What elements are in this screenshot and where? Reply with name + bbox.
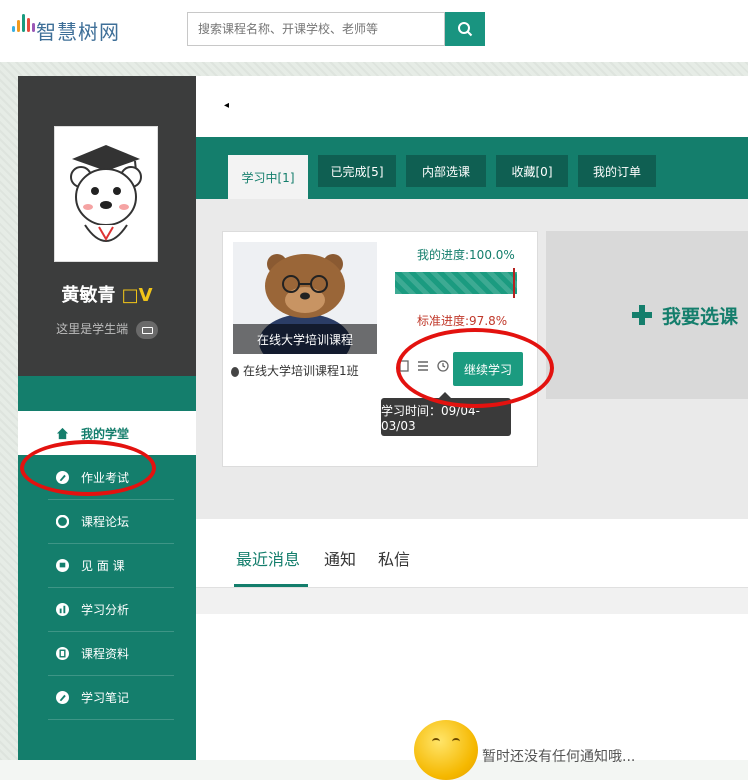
forum-icon xyxy=(56,514,69,528)
standard-progress-marker xyxy=(513,268,516,298)
add-course-label: 我要选课 xyxy=(662,305,739,328)
chat-bubble-icon xyxy=(231,366,239,377)
standard-progress-label: 标准进度:97.8% xyxy=(417,314,508,328)
switch-role-icon[interactable] xyxy=(135,320,158,339)
emoji-eye xyxy=(452,738,460,745)
top-bar: 智慧树网 xyxy=(0,0,748,62)
sidebar-item-label: 见 面 课 xyxy=(81,558,125,573)
sidebar-item-materials[interactable]: 课程资料 xyxy=(18,631,196,675)
sidebar-menu: 我的学堂 作业考试 课程论坛 见 面 课 学习分析 课程资料 学习笔记 xyxy=(18,376,196,760)
course-image-caption: 在线大学培训课程 xyxy=(233,324,377,354)
annotation-circle xyxy=(20,440,156,496)
search-box xyxy=(187,12,445,46)
tab-recent-messages[interactable]: 最近消息 xyxy=(236,546,300,570)
logo-text[interactable]: 智慧树网 xyxy=(36,16,120,45)
search-icon xyxy=(458,22,473,37)
user-name: 黄敏青 □V xyxy=(18,281,196,307)
sidebar-item-label: 课程论坛 xyxy=(81,514,130,529)
home-icon xyxy=(56,427,69,439)
my-progress-label: 我的进度:100.0% xyxy=(417,248,515,262)
vip-badge: □V xyxy=(121,285,153,306)
sidebar-item-notes[interactable]: 学习笔记 xyxy=(18,675,196,719)
tab-favorites[interactable]: 收藏[0] xyxy=(496,155,568,187)
tab-completed[interactable]: 已完成[5] xyxy=(318,155,396,187)
message-header-strip xyxy=(196,588,748,614)
sidebar-item-meeting[interactable]: 见 面 课 xyxy=(18,543,196,587)
sidebar-item-label: 我的学堂 xyxy=(81,426,130,441)
meeting-icon xyxy=(56,558,69,572)
search-input[interactable] xyxy=(196,13,440,45)
file-icon xyxy=(56,646,69,660)
main-panel: ◂ 学习中[1] 已完成[5] 内部选课 收藏[0] 我的订单 在线大学培训课程… xyxy=(196,76,748,780)
class-name-text: 在线大学培训课程1班 xyxy=(243,364,359,378)
tab-my-orders[interactable]: 我的订单 xyxy=(578,155,656,187)
menu-divider xyxy=(48,719,174,720)
progress-bar xyxy=(395,268,517,298)
emoji-icon xyxy=(414,720,478,780)
active-tab-underline xyxy=(234,584,308,587)
user-role-text: 这里是学生端 xyxy=(56,322,129,336)
sidebar-item-forum[interactable]: 课程论坛 xyxy=(18,499,196,543)
search-button[interactable] xyxy=(445,12,485,46)
speaker-icon: ◂ xyxy=(224,100,230,111)
progress-fill xyxy=(395,272,517,294)
tab-studying[interactable]: 学习中[1] xyxy=(228,155,308,199)
class-name[interactable]: 在线大学培训课程1班 xyxy=(231,362,359,379)
sidebar-item-label: 课程资料 xyxy=(81,646,130,661)
plus-icon xyxy=(632,305,652,325)
sidebar-item-label: 学习分析 xyxy=(81,602,130,617)
user-name-text: 黄敏青 xyxy=(61,285,116,306)
sidebar: 黄敏青 □V 这里是学生端 我的学堂 作业考试 课程论坛 见 面 课 学习分析 xyxy=(18,76,196,760)
annotation-circle xyxy=(396,328,554,408)
course-image[interactable]: 在线大学培训课程 xyxy=(233,242,377,354)
add-course-button[interactable]: 我要选课 xyxy=(546,231,748,399)
tab-private-messages[interactable]: 私信 xyxy=(378,546,410,570)
tab-notifications[interactable]: 通知 xyxy=(324,546,356,570)
avatar[interactable] xyxy=(54,126,158,262)
logo-bars-icon[interactable] xyxy=(12,14,35,32)
tab-internal-courses[interactable]: 内部选课 xyxy=(406,155,486,187)
empty-notice-text: 暂时还没有任何通知哦... xyxy=(482,749,636,765)
user-role: 这里是学生端 xyxy=(18,320,196,339)
emoji-eye xyxy=(432,738,440,745)
note-icon xyxy=(56,690,69,704)
sidebar-item-analysis[interactable]: 学习分析 xyxy=(18,587,196,631)
bear-avatar-icon xyxy=(70,145,142,242)
chart-icon xyxy=(56,602,69,616)
sidebar-item-label: 学习笔记 xyxy=(81,690,130,705)
